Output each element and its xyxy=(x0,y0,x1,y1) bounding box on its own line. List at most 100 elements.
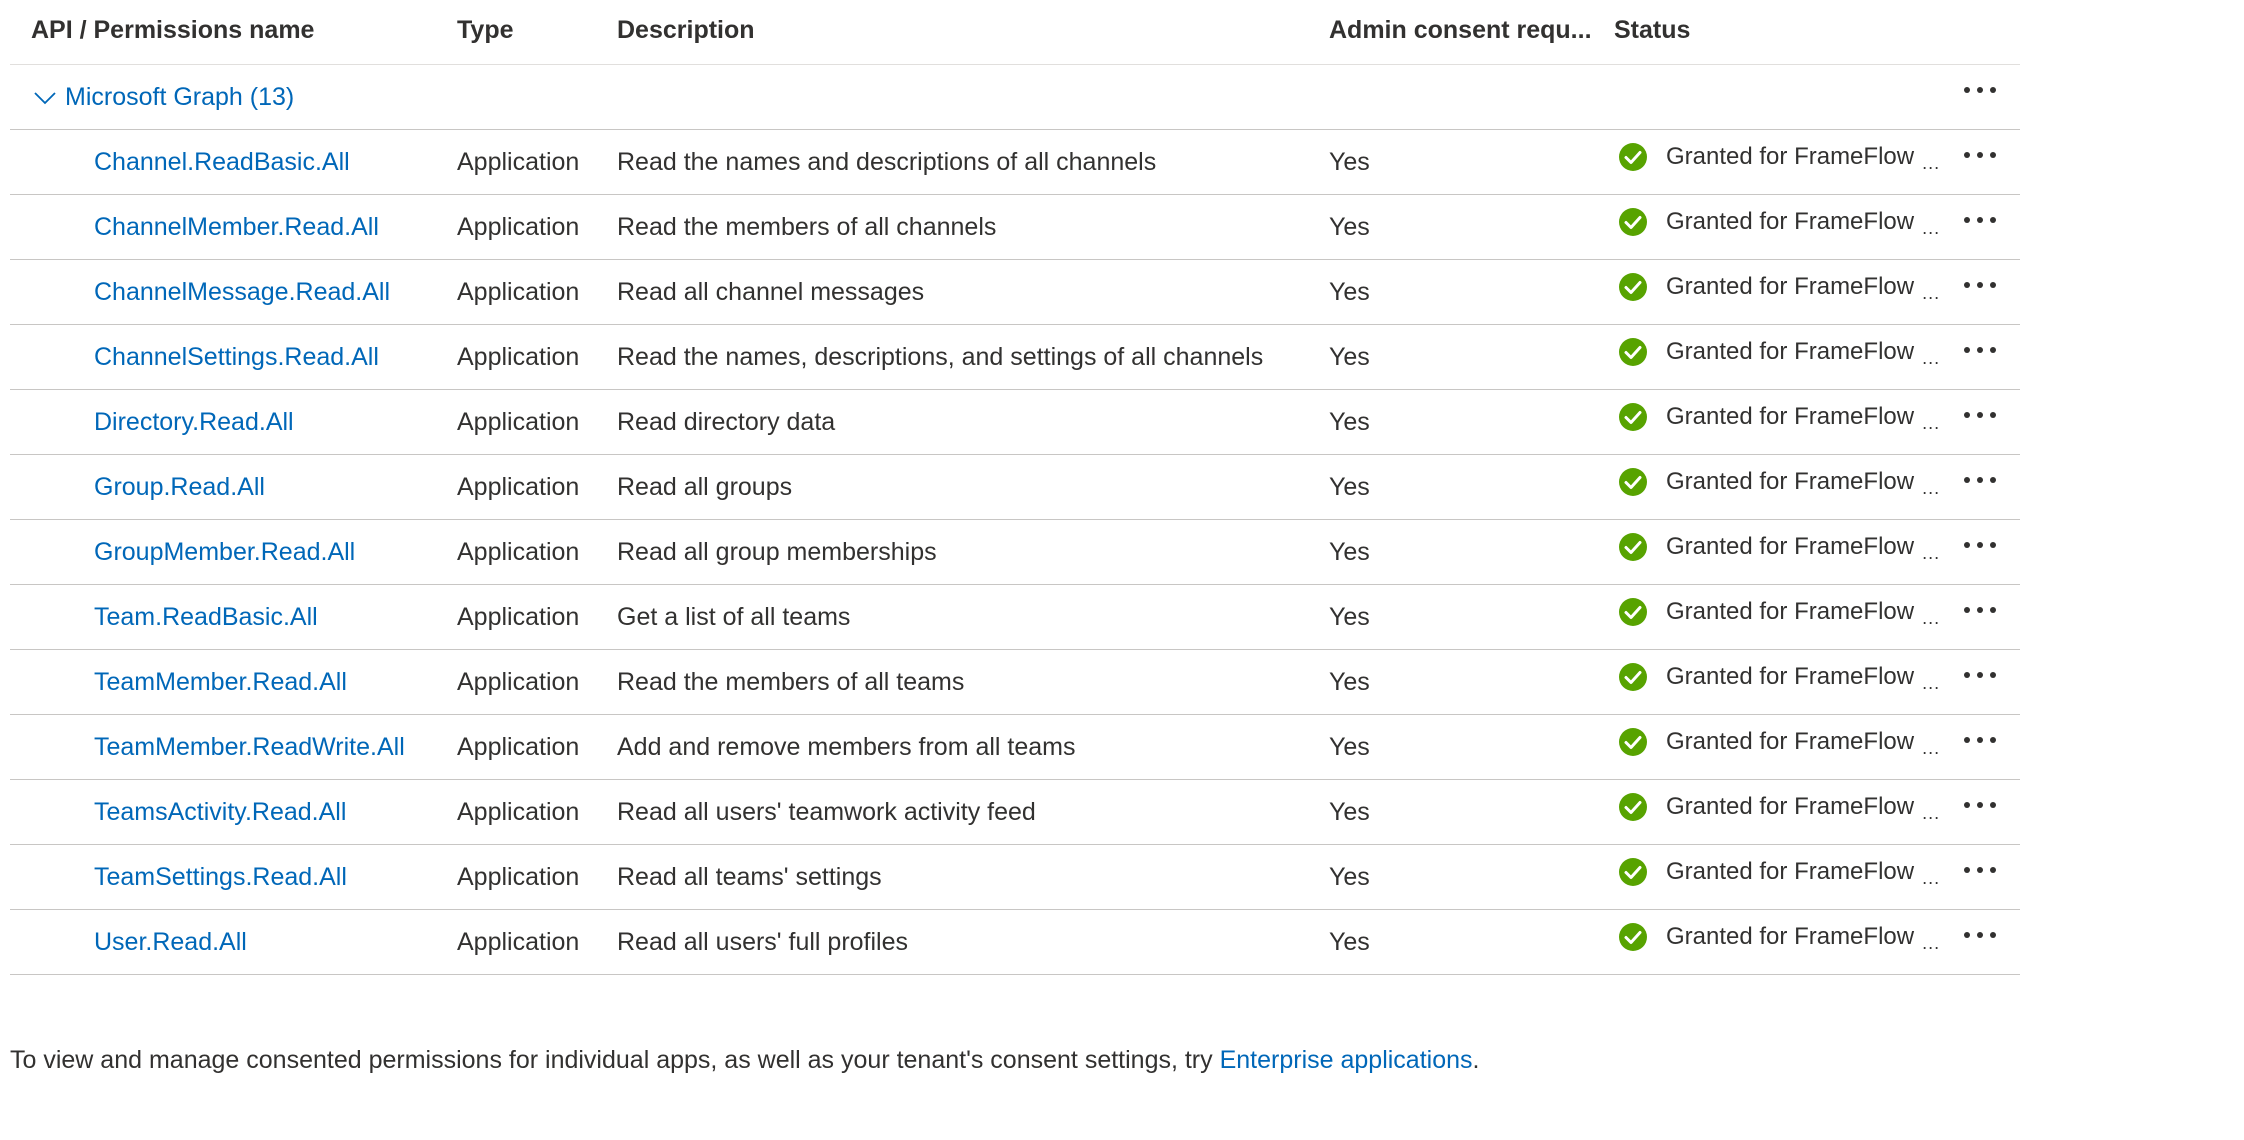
permission-type: Application xyxy=(457,213,580,241)
table-row: TeamsActivity.Read.All Application Read al… xyxy=(10,780,2020,845)
table-row: User.Read.All Application Read all users' … xyxy=(10,910,2020,975)
more-horizontal-icon xyxy=(1964,152,1996,158)
table-row: Team.ReadBasic.All Application Get a list … xyxy=(10,585,2020,650)
permission-name-link[interactable]: TeamMember.ReadWrite.All xyxy=(94,733,405,762)
table-header: API / Permissions name Type Description … xyxy=(10,0,2020,65)
row-more-button[interactable] xyxy=(1955,335,2005,365)
status-cell: Granted for FrameFlow... xyxy=(1618,402,1940,433)
permission-name-link[interactable]: Channel.ReadBasic.All xyxy=(94,148,350,177)
status-text: Granted for FrameFlow xyxy=(1666,663,1915,690)
status-text: Granted for FrameFlow xyxy=(1666,143,1915,170)
row-more-button[interactable] xyxy=(1955,725,2005,755)
permission-name-link[interactable]: GroupMember.Read.All xyxy=(94,538,355,567)
status-cell: Granted for FrameFlow... xyxy=(1618,662,1940,693)
row-more-button[interactable] xyxy=(1955,140,2005,170)
check-circle-icon xyxy=(1619,598,1647,626)
column-header-name[interactable]: API / Permissions name xyxy=(31,16,314,45)
row-more-button[interactable] xyxy=(1955,660,2005,690)
more-horizontal-icon xyxy=(1964,607,1996,613)
permission-type: Application xyxy=(457,798,580,826)
column-header-status[interactable]: Status xyxy=(1614,16,1690,45)
permission-name-link[interactable]: Team.ReadBasic.All xyxy=(94,603,318,632)
status-cell: Granted for FrameFlow... xyxy=(1618,922,1941,953)
group-toggle-microsoft-graph[interactable]: Microsoft Graph (13) xyxy=(31,83,294,112)
row-more-button[interactable] xyxy=(1955,465,2005,495)
permission-name-link[interactable]: Directory.Read.All xyxy=(94,408,294,437)
enterprise-applications-link[interactable]: Enterprise applications xyxy=(1220,1046,1473,1074)
status-text: Granted for FrameFlow xyxy=(1666,338,1915,365)
more-horizontal-icon xyxy=(1964,542,1996,548)
row-more-button[interactable] xyxy=(1955,595,2005,625)
permission-name-link[interactable]: ChannelSettings.Read.All xyxy=(94,343,379,372)
table-row: ChannelSettings.Read.All Application Read … xyxy=(10,325,2020,390)
permission-name-link[interactable]: TeamSettings.Read.All xyxy=(94,863,347,892)
permission-description: Read all group memberships xyxy=(617,538,937,566)
more-horizontal-icon xyxy=(1964,802,1996,808)
group-row: Microsoft Graph (13) xyxy=(10,65,2020,130)
more-horizontal-icon xyxy=(1964,672,1996,678)
admin-consent-value: Yes xyxy=(1329,538,1370,566)
status-truncation: ... xyxy=(1922,152,1941,173)
permission-name-link[interactable]: ChannelMessage.Read.All xyxy=(94,278,390,307)
check-circle-icon xyxy=(1619,858,1647,886)
permission-description: Read all groups xyxy=(617,473,793,501)
status-cell: Granted for FrameFlow... xyxy=(1618,727,1940,758)
column-header-type[interactable]: Type xyxy=(457,16,514,45)
row-more-button[interactable] xyxy=(1955,855,2005,885)
permission-name-link[interactable]: TeamsActivity.Read.All xyxy=(94,798,346,827)
status-truncation: ... xyxy=(1922,607,1941,628)
permission-description: Read all users' full profiles xyxy=(617,928,909,956)
row-more-button[interactable] xyxy=(1955,790,2005,820)
admin-consent-value: Yes xyxy=(1329,473,1370,501)
table-row: Channel.ReadBasic.All Application Read the… xyxy=(10,130,2020,195)
permission-type: Application xyxy=(457,408,580,436)
status-cell: Granted for FrameFlow... xyxy=(1618,857,1940,888)
status-text: Granted for FrameFlow xyxy=(1666,858,1915,885)
permission-name-link[interactable]: ChannelMember.Read.All xyxy=(94,213,379,242)
check-circle-icon xyxy=(1619,923,1647,951)
row-more-button[interactable] xyxy=(1955,530,2005,560)
admin-consent-value: Yes xyxy=(1329,798,1370,826)
row-more-button[interactable] xyxy=(1955,270,2005,300)
admin-consent-value: Yes xyxy=(1329,668,1370,696)
status-truncation: ... xyxy=(1922,802,1941,823)
row-more-button[interactable] xyxy=(1955,205,2005,235)
permission-type: Application xyxy=(457,733,580,761)
table-row: GroupMember.Read.All Application Read all … xyxy=(10,520,2020,585)
more-horizontal-icon xyxy=(1964,282,1996,288)
check-circle-icon xyxy=(1619,728,1647,756)
status-truncation: ... xyxy=(1922,932,1941,953)
status-text: Granted for FrameFlow xyxy=(1666,598,1915,625)
table-row: Directory.Read.All Application Read direct… xyxy=(10,390,2020,455)
check-circle-icon xyxy=(1619,468,1647,496)
permission-description: Add and remove members from all teams xyxy=(617,733,1076,761)
more-horizontal-icon xyxy=(1964,867,1996,873)
permission-name-link[interactable]: TeamMember.Read.All xyxy=(94,668,347,697)
permission-type: Application xyxy=(457,538,580,566)
check-circle-icon xyxy=(1619,793,1647,821)
status-cell: Granted for FrameFlow... xyxy=(1618,597,1941,628)
table-row: TeamSettings.Read.All Application Read all… xyxy=(10,845,2020,910)
column-header-admin-consent[interactable]: Admin consent requ... xyxy=(1329,16,1599,45)
permission-type: Application xyxy=(457,148,580,176)
table-row: ChannelMember.Read.All Application Read th… xyxy=(10,195,2020,260)
row-more-button[interactable] xyxy=(1955,400,2005,430)
permission-description: Read all channel messages xyxy=(617,278,925,306)
group-more-button[interactable] xyxy=(1955,75,2005,105)
admin-consent-value: Yes xyxy=(1329,928,1370,956)
group-label: Microsoft Graph (13) xyxy=(65,83,295,111)
status-truncation: ... xyxy=(1922,477,1941,498)
column-header-description[interactable]: Description xyxy=(617,16,755,45)
row-more-button[interactable] xyxy=(1955,920,2005,950)
admin-consent-value: Yes xyxy=(1329,603,1370,631)
table-row: TeamMember.Read.All Application Read the m… xyxy=(10,650,2020,715)
more-horizontal-icon xyxy=(1964,412,1996,418)
permission-description: Read all teams' settings xyxy=(617,863,882,891)
status-text: Granted for FrameFlow xyxy=(1666,468,1915,495)
admin-consent-value: Yes xyxy=(1329,733,1370,761)
permission-description: Read directory data xyxy=(617,408,836,436)
permission-name-link[interactable]: Group.Read.All xyxy=(94,473,265,502)
permission-type: Application xyxy=(457,928,580,956)
check-circle-icon xyxy=(1619,403,1647,431)
permission-name-link[interactable]: User.Read.All xyxy=(94,928,247,957)
